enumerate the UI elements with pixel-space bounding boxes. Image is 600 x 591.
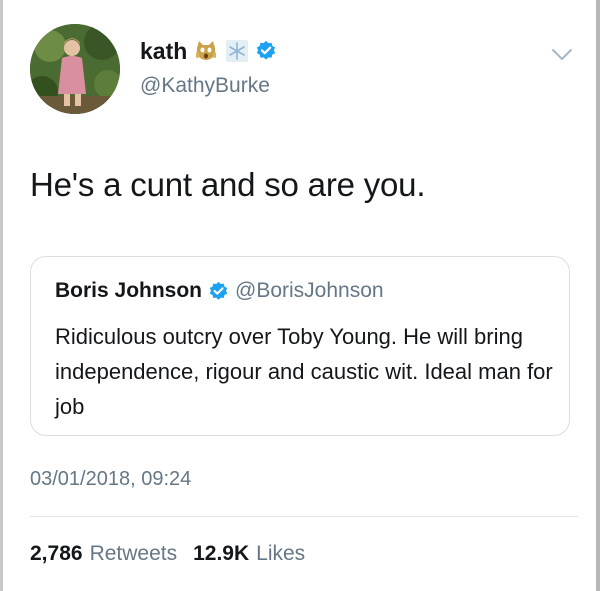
tweet-timestamp[interactable]: 03/01/2018, 09:24 bbox=[30, 468, 191, 491]
divider bbox=[30, 516, 578, 517]
quoted-author-handle: @BorisJohnson bbox=[235, 279, 384, 302]
tweet-stats: 2,786 Retweets 12.9K Likes bbox=[30, 542, 305, 566]
verified-badge-icon bbox=[255, 40, 277, 62]
likes-count[interactable]: 12.9K bbox=[193, 542, 249, 566]
retweets-count[interactable]: 2,786 bbox=[30, 542, 83, 566]
right-edge bbox=[596, 0, 600, 591]
tweet-card: kath @KathyBurke He's a cunt and so are … bbox=[0, 0, 600, 591]
quoted-tweet[interactable]: Boris Johnson @BorisJohnson Ridiculous o… bbox=[30, 256, 570, 436]
author-name-row[interactable]: kath bbox=[140, 36, 277, 66]
quoted-author-name: Boris Johnson bbox=[55, 279, 203, 302]
snowflake-icon bbox=[225, 39, 249, 63]
quoted-tweet-header: Boris Johnson @BorisJohnson bbox=[55, 279, 384, 303]
chevron-down-icon[interactable] bbox=[551, 48, 573, 62]
author-handle[interactable]: @KathyBurke bbox=[140, 74, 270, 98]
tweet-text: He's a cunt and so are you. bbox=[30, 166, 426, 203]
avatar[interactable] bbox=[30, 24, 120, 114]
scream-cat-icon bbox=[194, 39, 218, 63]
author-display-name[interactable]: kath bbox=[140, 38, 187, 65]
retweets-label[interactable]: Retweets bbox=[90, 542, 178, 566]
likes-label[interactable]: Likes bbox=[256, 542, 305, 566]
quoted-tweet-text: Ridiculous outcry over Toby Young. He wi… bbox=[55, 324, 553, 419]
verified-badge-icon bbox=[208, 281, 229, 302]
left-edge bbox=[0, 0, 3, 591]
